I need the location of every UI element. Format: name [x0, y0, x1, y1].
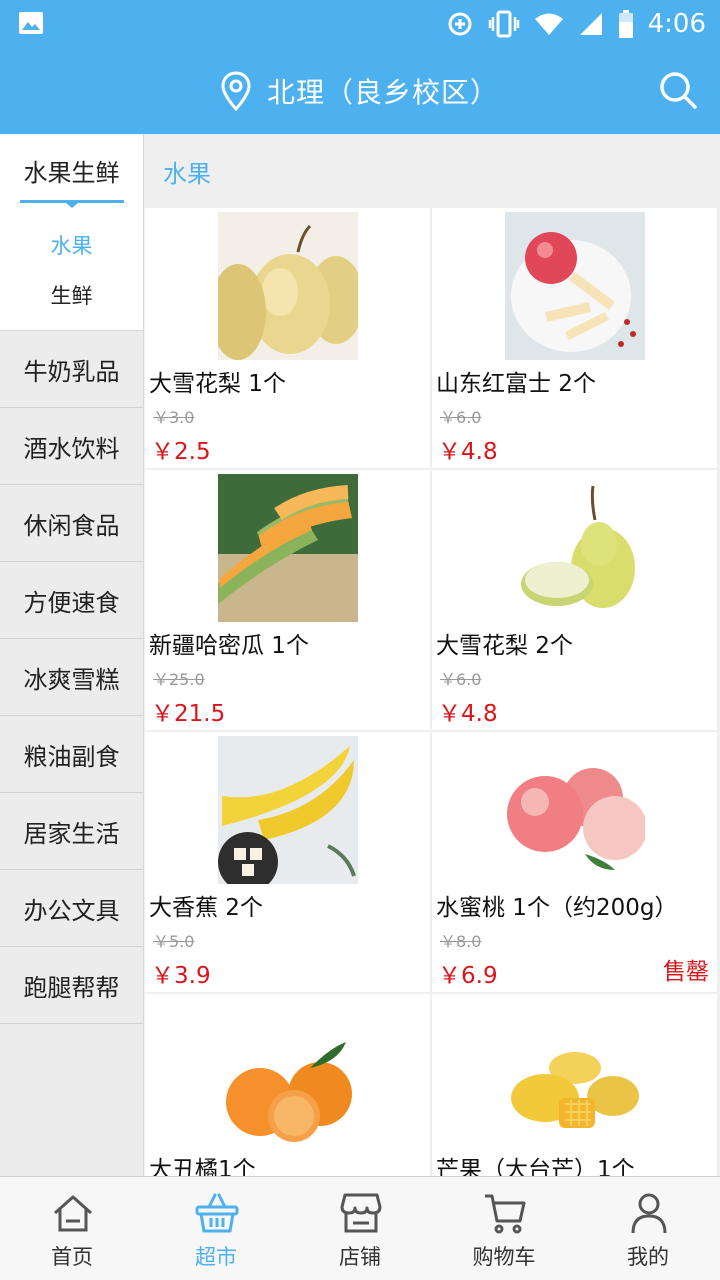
user-icon	[631, 1193, 667, 1234]
sidebar-item[interactable]: 酒水饮料	[0, 408, 143, 485]
bottom-navigation: 首页 超市 店铺 购物车 我的	[0, 1176, 720, 1280]
product-card[interactable]: 大香蕉 2个 ￥5.0 ￥3.9	[145, 732, 430, 992]
sidebar-active-category: 水果生鲜 水果 生鲜	[0, 134, 143, 331]
product-name: 芒果（大台芒）1个	[436, 1157, 635, 1176]
product-image-peach	[505, 736, 645, 884]
location-pin-icon	[221, 71, 251, 111]
sidebar-item[interactable]: 粮油副食	[0, 716, 143, 793]
product-card[interactable]: 新疆哈密瓜 1个 ￥25.0 ￥21.5	[145, 470, 430, 730]
product-image-mango	[505, 998, 645, 1146]
tab-home-label: 首页	[51, 1245, 93, 1269]
product-card[interactable]: 芒果（大台芒）1个	[432, 994, 717, 1176]
category-sidebar: 水果生鲜 水果 生鲜 牛奶乳品 酒水饮料 休闲食品 方便速食 冰爽雪糕 粮油副食…	[0, 134, 144, 1176]
location-title: 北理（良乡校区）	[266, 76, 499, 109]
sale-price: ￥21.5	[151, 701, 226, 727]
product-image-pear	[218, 212, 358, 360]
product-grid: 大雪花梨 1个 ￥3.0 ￥2.5 山东红富士 2个 ￥6.0 ￥4.8 新疆哈…	[144, 208, 720, 1176]
product-name: 山东红富士 2个	[436, 371, 596, 397]
active-indicator-arrow	[66, 203, 78, 208]
tab-shop[interactable]: 店铺	[288, 1177, 432, 1280]
subcategory-fresh[interactable]: 生鲜	[0, 270, 143, 320]
sidebar-item[interactable]: 方便速食	[0, 562, 143, 639]
product-name: 大雪花梨 1个	[149, 371, 286, 397]
status-bar: 4:06	[0, 0, 720, 48]
product-image-apple	[505, 212, 645, 360]
product-image-pear	[505, 474, 645, 622]
clock: 4:06	[647, 9, 706, 39]
sidebar-item[interactable]: 跑腿帮帮	[0, 947, 143, 1024]
vibrate-icon	[488, 10, 519, 38]
product-image-tangerine	[218, 998, 358, 1146]
original-price: ￥3.0	[153, 408, 195, 427]
original-price: ￥6.0	[440, 670, 482, 689]
sidebar-item[interactable]: 冰爽雪糕	[0, 639, 143, 716]
sidebar-item[interactable]: 居家生活	[0, 793, 143, 870]
sidebar-item-fruit-fresh[interactable]: 水果生鲜	[0, 134, 143, 206]
sold-out-badge: 售罄	[663, 959, 709, 985]
tab-market[interactable]: 超市	[144, 1177, 288, 1280]
section-title: 水果	[144, 134, 720, 208]
gallery-notification-icon	[19, 12, 43, 34]
sale-price: ￥4.8	[438, 701, 498, 727]
product-name: 大雪花梨 2个	[436, 633, 573, 659]
sidebar-item[interactable]: 牛奶乳品	[0, 331, 143, 408]
cart-icon	[485, 1194, 526, 1234]
product-card[interactable]: 山东红富士 2个 ￥6.0 ￥4.8	[432, 208, 717, 468]
tab-home[interactable]: 首页	[0, 1177, 144, 1280]
product-card[interactable]: 大丑橘1个	[145, 994, 430, 1176]
product-card[interactable]: 水蜜桃 1个（约200g） ￥8.0 ￥6.9 售罄	[432, 732, 717, 992]
location-selector[interactable]: 北理（良乡校区）	[0, 48, 720, 134]
tab-mine-label: 我的	[627, 1245, 669, 1269]
subcategory-fruit[interactable]: 水果	[0, 220, 143, 270]
product-name: 大丑橘1个	[149, 1157, 256, 1176]
product-name: 水蜜桃 1个（约200g）	[436, 895, 678, 921]
original-price: ￥6.0	[440, 408, 482, 427]
home-icon	[54, 1195, 92, 1232]
sidebar-item[interactable]: 办公文具	[0, 870, 143, 947]
tab-shop-label: 店铺	[339, 1245, 381, 1269]
search-icon[interactable]	[658, 70, 698, 110]
product-image-banana	[218, 736, 358, 884]
product-area: 水果 大雪花梨 1个 ￥3.0 ￥2.5 山东红富士 2个 ￥6.0 ￥4.8 …	[144, 134, 720, 1176]
sale-price: ￥4.8	[438, 439, 498, 465]
product-card[interactable]: 大雪花梨 2个 ￥6.0 ￥4.8	[432, 470, 717, 730]
product-name: 大香蕉 2个	[149, 895, 263, 921]
product-name: 新疆哈密瓜 1个	[149, 633, 309, 659]
battery-icon	[618, 10, 633, 38]
data-saver-icon	[448, 12, 472, 36]
tab-market-label: 超市	[195, 1245, 237, 1269]
app-header: 北理（良乡校区）	[0, 48, 720, 134]
basket-icon	[195, 1193, 239, 1233]
store-icon	[340, 1193, 382, 1233]
wifi-icon	[534, 13, 563, 35]
tab-cart[interactable]: 购物车	[432, 1177, 576, 1280]
sale-price: ￥3.9	[151, 963, 211, 989]
tab-mine[interactable]: 我的	[576, 1177, 720, 1280]
sale-price: ￥2.5	[151, 439, 211, 465]
tab-cart-label: 购物车	[472, 1245, 536, 1269]
original-price: ￥25.0	[153, 670, 205, 689]
original-price: ￥5.0	[153, 932, 195, 951]
sale-price: ￥6.9	[438, 963, 498, 989]
signal-icon	[579, 13, 602, 35]
original-price: ￥8.0	[440, 932, 482, 951]
sidebar-item[interactable]: 休闲食品	[0, 485, 143, 562]
product-image-hami-melon	[218, 474, 358, 622]
product-card[interactable]: 大雪花梨 1个 ￥3.0 ￥2.5	[145, 208, 430, 468]
